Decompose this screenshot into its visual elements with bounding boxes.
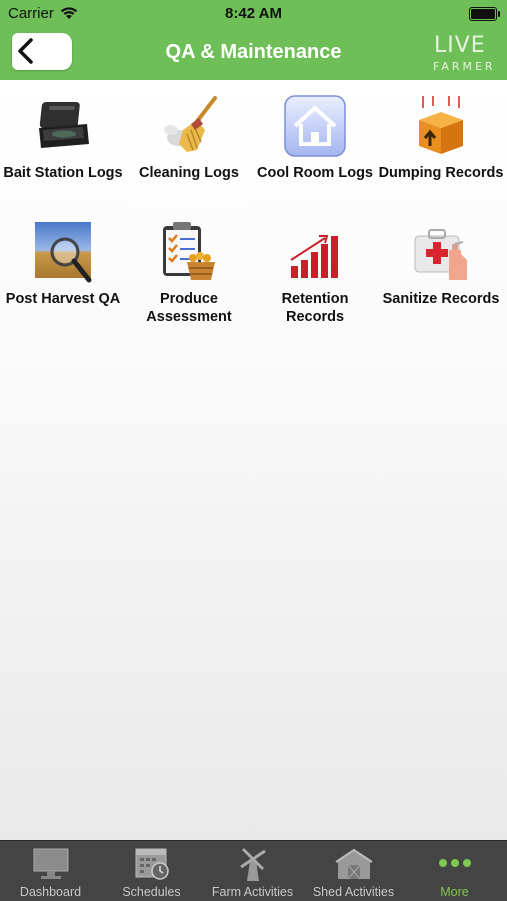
more-dots-icon bbox=[438, 859, 471, 867]
tab-label: Farm Activities bbox=[211, 885, 294, 899]
grid-item-label: Bait Station Logs bbox=[3, 165, 123, 181]
house-icon bbox=[284, 95, 346, 157]
grid-item-produce-assessment[interactable]: Produce Assessment bbox=[126, 220, 252, 326]
checklist-basket-icon bbox=[163, 222, 215, 280]
box-upload-icon bbox=[419, 96, 463, 154]
magnifier-wheat-icon bbox=[35, 222, 92, 283]
tab-label: Dashboard bbox=[19, 885, 82, 899]
nav-bar: QA & Maintenance LIVE FARMER bbox=[0, 28, 507, 80]
grid-item-cool-room-logs[interactable]: Cool Room Logs bbox=[252, 94, 378, 182]
grid-item-cleaning-logs[interactable]: Cleaning Logs bbox=[126, 94, 252, 182]
grid-item-label: Cool Room Logs bbox=[257, 165, 373, 181]
bar-chart-icon bbox=[290, 235, 338, 278]
tab-shed-activities[interactable]: Shed Activities bbox=[303, 841, 404, 901]
sanitizer-kit-icon bbox=[414, 229, 467, 280]
status-bar: Carrier 8:42 AM bbox=[0, 0, 507, 28]
grid-item-label: Dumping Records bbox=[378, 165, 504, 181]
tab-more[interactable]: More bbox=[404, 841, 505, 901]
tab-bar: Dashboard Schedules Farm Activities Shed… bbox=[0, 840, 507, 901]
grid-item-dumping-records[interactable]: Dumping Records bbox=[378, 94, 504, 182]
tab-label: Schedules bbox=[122, 885, 181, 899]
bait-station-icon bbox=[39, 102, 89, 148]
grid-item-sanitize-records[interactable]: Sanitize Records bbox=[378, 220, 504, 308]
grid-item-label: Post Harvest QA bbox=[5, 291, 121, 307]
grid-item-post-harvest-qa[interactable]: Post Harvest QA bbox=[0, 220, 126, 308]
broom-icon bbox=[164, 96, 217, 152]
shed-icon bbox=[334, 848, 373, 880]
windmill-icon bbox=[239, 847, 266, 881]
grid-item-bait-station-logs[interactable]: Bait Station Logs bbox=[0, 94, 126, 182]
grid-item-retention-records[interactable]: Retention Records bbox=[252, 220, 378, 326]
grid-item-label: Produce Assessment bbox=[146, 291, 232, 325]
monitor-icon bbox=[33, 848, 68, 879]
tab-label: More bbox=[440, 885, 469, 899]
qa-grid: Bait Station Logs Cleaning Logs Cool Roo… bbox=[0, 80, 507, 840]
battery-icon bbox=[469, 7, 500, 21]
calendar-clock-icon bbox=[135, 848, 169, 880]
grid-item-label: Retention Records bbox=[281, 291, 349, 325]
tab-schedules[interactable]: Schedules bbox=[101, 841, 202, 901]
status-time: 8:42 AM bbox=[225, 5, 282, 22]
grid-item-label: Cleaning Logs bbox=[139, 165, 239, 181]
live-farmer-logo: LIVE FARMER bbox=[433, 33, 496, 74]
tab-farm-activities[interactable]: Farm Activities bbox=[202, 841, 303, 901]
tab-dashboard[interactable]: Dashboard bbox=[0, 841, 101, 901]
grid-item-label: Sanitize Records bbox=[382, 291, 500, 307]
tab-label: Shed Activities bbox=[312, 885, 395, 899]
